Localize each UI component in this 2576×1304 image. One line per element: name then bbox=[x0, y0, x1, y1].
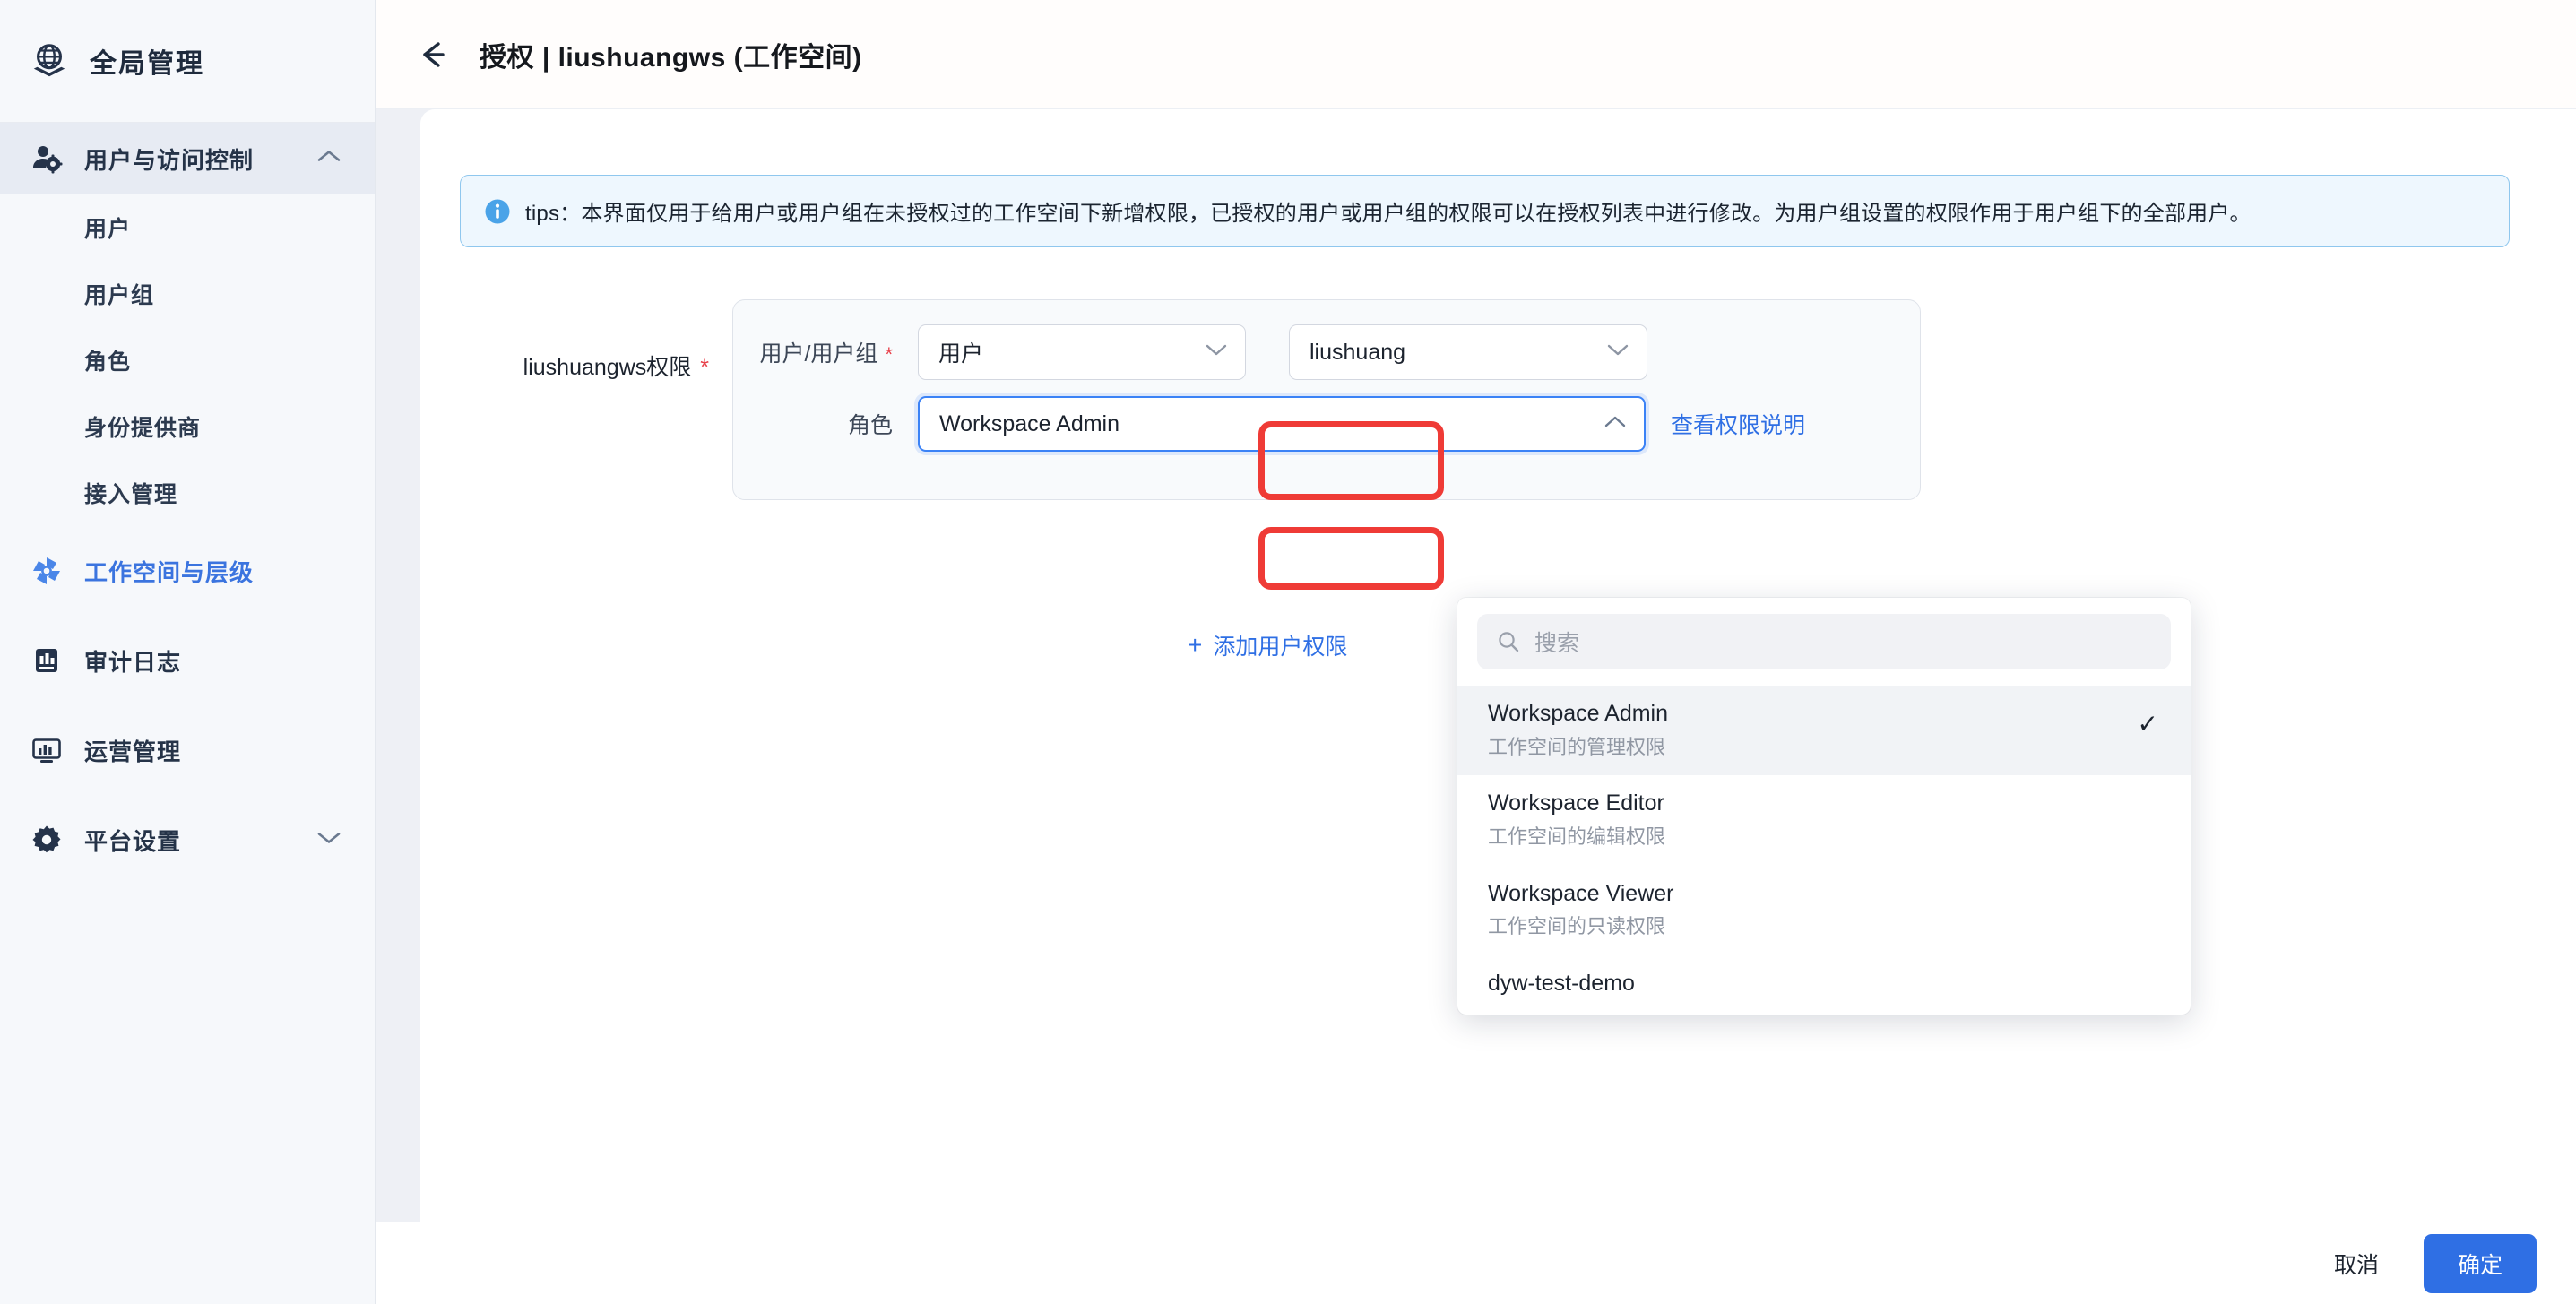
audit-chart-icon bbox=[29, 643, 65, 678]
required-star: * bbox=[885, 343, 893, 366]
dropdown-option-workspace-admin[interactable]: Workspace Admin 工作空间的管理权限 ✓ bbox=[1457, 686, 2191, 776]
sidebar-item-label: 身份提供商 bbox=[84, 416, 202, 441]
dropdown-option-workspace-viewer[interactable]: Workspace Viewer 工作空间的只读权限 bbox=[1457, 866, 2191, 955]
dropdown-option-dyw-test-demo[interactable]: dyw-test-demo bbox=[1457, 955, 2191, 1015]
role-label-text: 角色 bbox=[847, 413, 893, 438]
sidebar-item-workspace-hierarchy[interactable]: 工作空间与层级 bbox=[0, 526, 375, 616]
globe-layers-icon bbox=[33, 44, 65, 77]
tips-banner: tips：本界面仅用于给用户或用户组在未授权过的工作空间下新增权限，已授权的用户… bbox=[460, 175, 2510, 247]
role-search-input[interactable]: 搜索 bbox=[1477, 614, 2171, 669]
chevron-down-icon bbox=[1607, 343, 1629, 361]
sidebar-item-platform-settings[interactable]: 平台设置 bbox=[0, 795, 375, 885]
sidebar-item-label: 接入管理 bbox=[84, 482, 178, 507]
back-arrow-icon[interactable] bbox=[415, 37, 451, 73]
user-name-select[interactable]: liushuang bbox=[1289, 324, 1647, 380]
app-root: 全局管理 用户与访问控制 用户 用户组 角色 身份提供商 接入管理 工作空间与层… bbox=[0, 0, 2576, 1304]
sidebar-item-label: 用户组 bbox=[84, 283, 155, 308]
role-search-placeholder: 搜索 bbox=[1534, 631, 1580, 656]
sidebar-item-access-management[interactable]: 接入管理 bbox=[0, 460, 375, 526]
confirm-button[interactable]: 确定 bbox=[2423, 1233, 2537, 1293]
permission-row-user: 用户/用户组 * 用户 liushuang bbox=[733, 324, 1647, 380]
sidebar-item-label: 工作空间与层级 bbox=[84, 558, 255, 586]
sidebar-item-label: 平台设置 bbox=[84, 827, 182, 855]
gear-icon bbox=[29, 822, 65, 858]
content-panel: tips：本界面仅用于给用户或用户组在未授权过的工作空间下新增权限，已授权的用户… bbox=[420, 109, 2576, 1222]
chevron-down-icon bbox=[1206, 343, 1227, 361]
form-field-label: liushuangws权限 * bbox=[460, 299, 709, 500]
permission-row-role: 角色 Workspace Admin 查看权限说明 bbox=[733, 396, 1805, 452]
option-name: Workspace Editor bbox=[1488, 790, 1664, 816]
highlight-box-role bbox=[1258, 527, 1444, 590]
user-type-select-value: 用户 bbox=[938, 341, 984, 367]
sidebar-item-operations[interactable]: 运营管理 bbox=[0, 705, 375, 795]
user-type-select[interactable]: 用户 bbox=[918, 324, 1246, 380]
dropdown-option-workspace-editor[interactable]: Workspace Editor 工作空间的编辑权限 bbox=[1457, 775, 2191, 865]
dropdown-search-wrap: 搜索 bbox=[1457, 598, 2191, 686]
chevron-up-icon bbox=[1604, 415, 1626, 433]
role-dropdown-panel: 搜索 Workspace Admin 工作空间的管理权限 ✓ Workspace… bbox=[1457, 598, 2191, 1015]
user-gear-icon bbox=[29, 141, 65, 177]
required-star: * bbox=[700, 355, 709, 380]
sidebar-item-label: 用户 bbox=[84, 217, 132, 242]
option-name: dyw-test-demo bbox=[1488, 971, 1635, 997]
add-user-permission-link[interactable]: + 添加用户权限 bbox=[1188, 629, 1347, 661]
sidebar-item-label: 角色 bbox=[84, 350, 132, 375]
sidebar-item-user-groups[interactable]: 用户组 bbox=[0, 261, 375, 327]
permission-form-row: liushuangws权限 * 用户/用户组 * 用户 liushuang 角色… bbox=[460, 299, 1921, 500]
add-user-permission-label: 添加用户权限 bbox=[1213, 635, 1348, 660]
tips-label: tips： bbox=[525, 202, 582, 226]
sidebar-group-user-access[interactable]: 用户与访问控制 bbox=[0, 123, 375, 194]
info-circle-icon bbox=[485, 199, 510, 223]
sidebar-group-label: 用户与访问控制 bbox=[84, 146, 255, 174]
search-icon bbox=[1499, 632, 1519, 652]
sidebar: 全局管理 用户与访问控制 用户 用户组 角色 身份提供商 接入管理 工作空间与层… bbox=[0, 0, 376, 1304]
check-icon: ✓ bbox=[2137, 710, 2158, 738]
main-region: 授权 | liushuangws (工作空间) tips：本界面仅用于给用户或用… bbox=[376, 0, 2576, 1304]
permission-card: 用户/用户组 * 用户 liushuang 角色 Workspace Admin… bbox=[732, 299, 1921, 500]
user-group-label-text: 用户/用户组 bbox=[759, 341, 878, 367]
view-permission-link[interactable]: 查看权限说明 bbox=[1671, 408, 1805, 440]
tips-text: tips：本界面仅用于给用户或用户组在未授权过的工作空间下新增权限，已授权的用户… bbox=[525, 195, 2252, 227]
dialog-footer: 取消 确定 bbox=[376, 1222, 2576, 1304]
brand-title: 全局管理 bbox=[90, 49, 204, 79]
chevron-up-icon bbox=[317, 150, 341, 168]
cancel-button[interactable]: 取消 bbox=[2320, 1237, 2393, 1291]
plus-icon: + bbox=[1188, 631, 1203, 659]
pinwheel-icon bbox=[29, 553, 65, 589]
chevron-down-icon bbox=[317, 831, 341, 850]
body-area: tips：本界面仅用于给用户或用户组在未授权过的工作空间下新增权限，已授权的用户… bbox=[376, 109, 2576, 1222]
tips-body: 本界面仅用于给用户或用户组在未授权过的工作空间下新增权限，已授权的用户或用户组的… bbox=[581, 202, 2252, 226]
sidebar-item-users[interactable]: 用户 bbox=[0, 194, 375, 261]
sidebar-nav: 用户与访问控制 用户 用户组 角色 身份提供商 接入管理 工作空间与层级 审计日… bbox=[0, 123, 375, 885]
sidebar-item-audit-log[interactable]: 审计日志 bbox=[0, 616, 375, 705]
page-header: 授权 | liushuangws (工作空间) bbox=[376, 0, 2576, 109]
user-name-select-value: liushuang bbox=[1310, 339, 1406, 365]
page-title: 授权 | liushuangws (工作空间) bbox=[480, 42, 862, 73]
sidebar-item-roles[interactable]: 角色 bbox=[0, 327, 375, 393]
role-label: 角色 bbox=[733, 408, 896, 440]
sidebar-item-identity-providers[interactable]: 身份提供商 bbox=[0, 393, 375, 460]
monitor-chart-icon bbox=[29, 732, 65, 768]
role-select-value: Workspace Admin bbox=[939, 410, 1120, 436]
sidebar-item-label: 审计日志 bbox=[84, 648, 182, 676]
option-desc: 工作空间的管理权限 bbox=[1488, 735, 1666, 758]
form-label-text: liushuangws权限 bbox=[523, 355, 692, 380]
option-name: Workspace Admin bbox=[1488, 701, 1669, 726]
role-select[interactable]: Workspace Admin bbox=[918, 396, 1646, 452]
sidebar-item-label: 运营管理 bbox=[84, 738, 182, 765]
option-desc: 工作空间的编辑权限 bbox=[1488, 825, 1666, 849]
option-desc: 工作空间的只读权限 bbox=[1488, 915, 1666, 938]
option-name: Workspace Viewer bbox=[1488, 880, 1674, 906]
user-group-label: 用户/用户组 * bbox=[733, 336, 896, 368]
brand-header: 全局管理 bbox=[0, 0, 375, 123]
